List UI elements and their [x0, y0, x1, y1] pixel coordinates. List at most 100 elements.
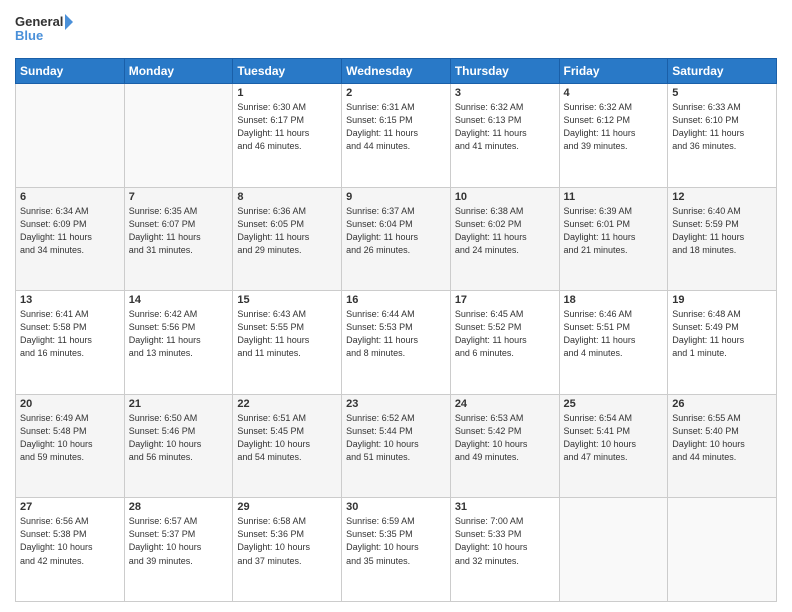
day-info: Sunrise: 6:35 AM Sunset: 6:07 PM Dayligh… — [129, 205, 229, 257]
calendar-cell: 20 Sunrise: 6:49 AM Sunset: 5:48 PM Dayli… — [16, 394, 125, 498]
calendar-cell: 24 Sunrise: 6:53 AM Sunset: 5:42 PM Dayli… — [450, 394, 559, 498]
day-info: Sunrise: 6:33 AM Sunset: 6:10 PM Dayligh… — [672, 101, 772, 153]
day-number: 29 — [237, 501, 337, 513]
calendar-cell — [124, 84, 233, 188]
day-number: 8 — [237, 191, 337, 203]
weekday-header-tuesday: Tuesday — [233, 59, 342, 84]
calendar-cell: 29 Sunrise: 6:58 AM Sunset: 5:36 PM Dayli… — [233, 498, 342, 602]
day-info: Sunrise: 6:45 AM Sunset: 5:52 PM Dayligh… — [455, 308, 555, 360]
calendar-cell: 26Sunrise: 6:55 AM Sunset: 5:40 PM Dayli… — [668, 394, 777, 498]
day-number: 21 — [129, 398, 229, 410]
weekday-header-sunday: Sunday — [16, 59, 125, 84]
calendar-cell: 28 Sunrise: 6:57 AM Sunset: 5:37 PM Dayli… — [124, 498, 233, 602]
page: General Blue SundayMondayTuesdayWednesda… — [0, 0, 792, 612]
calendar-cell: 10Sunrise: 6:38 AM Sunset: 6:02 PM Dayli… — [450, 187, 559, 291]
calendar-cell: 15Sunrise: 6:43 AM Sunset: 5:55 PM Dayli… — [233, 291, 342, 395]
day-number: 22 — [237, 398, 337, 410]
day-number: 14 — [129, 294, 229, 306]
day-info: Sunrise: 7:00 AM Sunset: 5:33 PM Dayligh… — [455, 515, 555, 567]
day-number: 30 — [346, 501, 446, 513]
day-info: Sunrise: 6:51 AM Sunset: 5:45 PM Dayligh… — [237, 412, 337, 464]
calendar-cell: 21 Sunrise: 6:50 AM Sunset: 5:46 PM Dayli… — [124, 394, 233, 498]
weekday-header-wednesday: Wednesday — [342, 59, 451, 84]
svg-text:Blue: Blue — [15, 28, 43, 43]
day-number: 27 — [20, 501, 120, 513]
calendar-cell: 6Sunrise: 6:34 AM Sunset: 6:09 PM Daylig… — [16, 187, 125, 291]
calendar-cell: 23Sunrise: 6:52 AM Sunset: 5:44 PM Dayli… — [342, 394, 451, 498]
day-info: Sunrise: 6:57 AM Sunset: 5:37 PM Dayligh… — [129, 515, 229, 567]
calendar-header-row: SundayMondayTuesdayWednesdayThursdayFrid… — [16, 59, 777, 84]
day-number: 3 — [455, 87, 555, 99]
calendar-week-row: 27 Sunrise: 6:56 AM Sunset: 5:38 PM Dayli… — [16, 498, 777, 602]
calendar-table: SundayMondayTuesdayWednesdayThursdayFrid… — [15, 58, 777, 602]
weekday-header-monday: Monday — [124, 59, 233, 84]
calendar-cell: 12 Sunrise: 6:40 AM Sunset: 5:59 PM Dayli… — [668, 187, 777, 291]
day-number: 13 — [20, 294, 120, 306]
day-info: Sunrise: 6:41 AM Sunset: 5:58 PM Dayligh… — [20, 308, 120, 360]
day-number: 9 — [346, 191, 446, 203]
day-info: Sunrise: 6:31 AM Sunset: 6:15 PM Dayligh… — [346, 101, 446, 153]
header: General Blue — [15, 10, 777, 50]
day-info: Sunrise: 6:52 AM Sunset: 5:44 PM Dayligh… — [346, 412, 446, 464]
calendar-cell: 9Sunrise: 6:37 AM Sunset: 6:04 PM Daylig… — [342, 187, 451, 291]
calendar-cell — [668, 498, 777, 602]
day-number: 2 — [346, 87, 446, 99]
calendar-cell: 5 Sunrise: 6:33 AM Sunset: 6:10 PM Daylig… — [668, 84, 777, 188]
calendar-cell: 30Sunrise: 6:59 AM Sunset: 5:35 PM Dayli… — [342, 498, 451, 602]
day-info: Sunrise: 6:49 AM Sunset: 5:48 PM Dayligh… — [20, 412, 120, 464]
calendar-cell — [16, 84, 125, 188]
day-number: 25 — [564, 398, 664, 410]
day-info: Sunrise: 6:48 AM Sunset: 5:49 PM Dayligh… — [672, 308, 772, 360]
day-info: Sunrise: 6:42 AM Sunset: 5:56 PM Dayligh… — [129, 308, 229, 360]
svg-text:General: General — [15, 14, 63, 29]
calendar-week-row: 13 Sunrise: 6:41 AM Sunset: 5:58 PM Dayli… — [16, 291, 777, 395]
day-info: Sunrise: 6:30 AM Sunset: 6:17 PM Dayligh… — [237, 101, 337, 153]
calendar-cell: 17 Sunrise: 6:45 AM Sunset: 5:52 PM Dayli… — [450, 291, 559, 395]
weekday-header-friday: Friday — [559, 59, 668, 84]
day-number: 17 — [455, 294, 555, 306]
calendar-week-row: 20 Sunrise: 6:49 AM Sunset: 5:48 PM Dayli… — [16, 394, 777, 498]
day-info: Sunrise: 6:53 AM Sunset: 5:42 PM Dayligh… — [455, 412, 555, 464]
day-info: Sunrise: 6:46 AM Sunset: 5:51 PM Dayligh… — [564, 308, 664, 360]
calendar-week-row: 1 Sunrise: 6:30 AM Sunset: 6:17 PM Daylig… — [16, 84, 777, 188]
weekday-header-saturday: Saturday — [668, 59, 777, 84]
day-number: 31 — [455, 501, 555, 513]
calendar-cell: 22 Sunrise: 6:51 AM Sunset: 5:45 PM Dayli… — [233, 394, 342, 498]
day-info: Sunrise: 6:32 AM Sunset: 6:12 PM Dayligh… — [564, 101, 664, 153]
day-info: Sunrise: 6:43 AM Sunset: 5:55 PM Dayligh… — [237, 308, 337, 360]
day-number: 7 — [129, 191, 229, 203]
day-number: 19 — [672, 294, 772, 306]
calendar-cell: 31 Sunrise: 7:00 AM Sunset: 5:33 PM Dayli… — [450, 498, 559, 602]
calendar-cell: 7 Sunrise: 6:35 AM Sunset: 6:07 PM Daylig… — [124, 187, 233, 291]
day-info: Sunrise: 6:56 AM Sunset: 5:38 PM Dayligh… — [20, 515, 120, 567]
logo: General Blue — [15, 10, 75, 50]
calendar-cell: 13 Sunrise: 6:41 AM Sunset: 5:58 PM Dayli… — [16, 291, 125, 395]
calendar-cell: 8 Sunrise: 6:36 AM Sunset: 6:05 PM Daylig… — [233, 187, 342, 291]
calendar-cell: 19 Sunrise: 6:48 AM Sunset: 5:49 PM Dayli… — [668, 291, 777, 395]
day-number: 5 — [672, 87, 772, 99]
day-info: Sunrise: 6:40 AM Sunset: 5:59 PM Dayligh… — [672, 205, 772, 257]
weekday-header-thursday: Thursday — [450, 59, 559, 84]
calendar-cell: 3 Sunrise: 6:32 AM Sunset: 6:13 PM Daylig… — [450, 84, 559, 188]
day-info: Sunrise: 6:50 AM Sunset: 5:46 PM Dayligh… — [129, 412, 229, 464]
calendar-cell: 11 Sunrise: 6:39 AM Sunset: 6:01 PM Dayli… — [559, 187, 668, 291]
day-number: 26 — [672, 398, 772, 410]
logo-svg: General Blue — [15, 10, 75, 50]
day-info: Sunrise: 6:58 AM Sunset: 5:36 PM Dayligh… — [237, 515, 337, 567]
day-info: Sunrise: 6:39 AM Sunset: 6:01 PM Dayligh… — [564, 205, 664, 257]
calendar-cell: 25Sunrise: 6:54 AM Sunset: 5:41 PM Dayli… — [559, 394, 668, 498]
calendar-cell — [559, 498, 668, 602]
day-number: 28 — [129, 501, 229, 513]
calendar-cell: 14 Sunrise: 6:42 AM Sunset: 5:56 PM Dayli… — [124, 291, 233, 395]
day-info: Sunrise: 6:32 AM Sunset: 6:13 PM Dayligh… — [455, 101, 555, 153]
calendar-cell: 16Sunrise: 6:44 AM Sunset: 5:53 PM Dayli… — [342, 291, 451, 395]
day-number: 11 — [564, 191, 664, 203]
day-number: 20 — [20, 398, 120, 410]
day-number: 12 — [672, 191, 772, 203]
day-info: Sunrise: 6:36 AM Sunset: 6:05 PM Dayligh… — [237, 205, 337, 257]
calendar-week-row: 6Sunrise: 6:34 AM Sunset: 6:09 PM Daylig… — [16, 187, 777, 291]
day-number: 1 — [237, 87, 337, 99]
day-number: 10 — [455, 191, 555, 203]
calendar-cell: 4Sunrise: 6:32 AM Sunset: 6:12 PM Daylig… — [559, 84, 668, 188]
day-number: 24 — [455, 398, 555, 410]
